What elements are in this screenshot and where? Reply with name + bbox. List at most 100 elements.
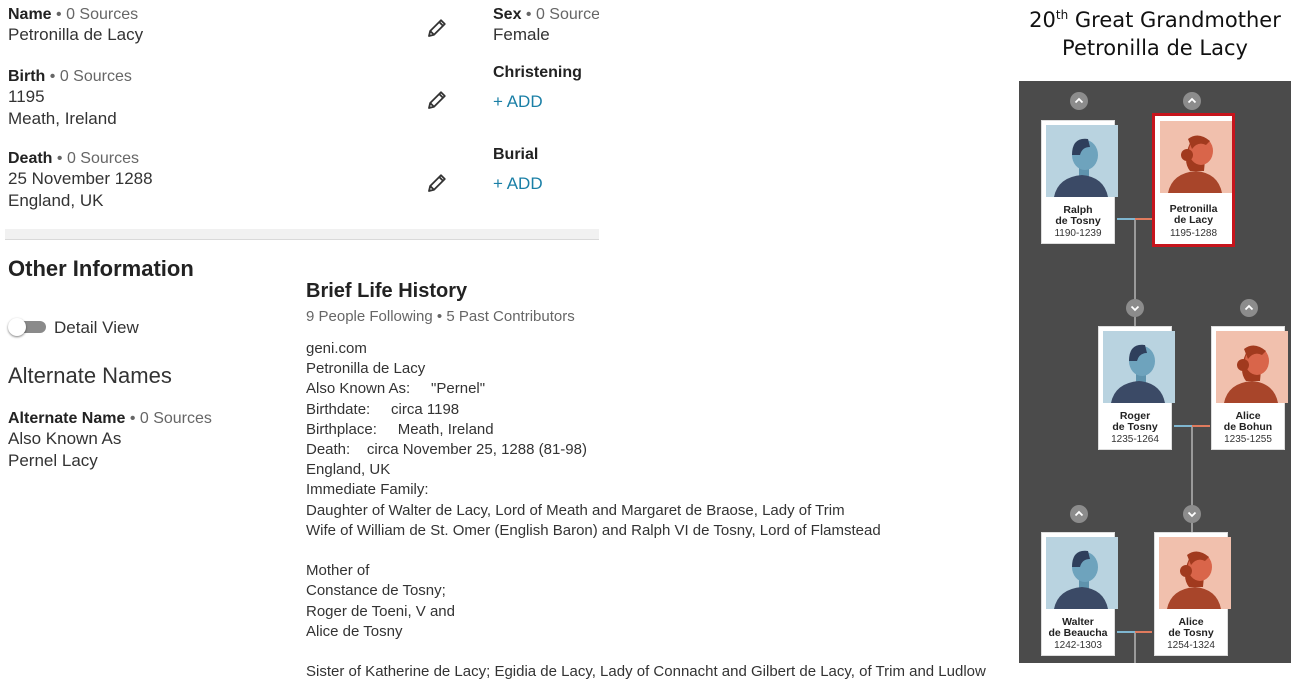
expand-up-chevron-icon[interactable] <box>1240 299 1258 317</box>
male-portrait-icon <box>1103 331 1175 403</box>
name-label: Name <box>8 6 52 23</box>
person-lifespan: 1235-1255 <box>1224 434 1272 445</box>
relationship-ordinal: 20 <box>1029 8 1056 32</box>
sex-value: Female <box>493 25 550 44</box>
person-lifespan: 1242-1303 <box>1054 640 1102 651</box>
life-history-line: Death: circa November 25, 1288 (81-98) <box>306 441 587 459</box>
christening-add-button[interactable]: + ADD <box>493 92 582 112</box>
collapse-down-chevron-icon[interactable] <box>1183 505 1201 523</box>
death-label: Death <box>8 150 53 167</box>
person-card-roger[interactable]: Roger de Tosny 1235-1264 <box>1098 326 1175 450</box>
sex-vital: Sex • 0 Source Female <box>493 6 599 46</box>
relationship-text: Great Grandmother <box>1068 8 1281 32</box>
life-history-line <box>306 642 1006 662</box>
person-card-ralph[interactable]: Ralph de Tosny 1190-1239 <box>1041 120 1118 244</box>
person-card-alice-de-tosny[interactable]: Alice de Tosny 1254-1324 <box>1154 532 1231 656</box>
life-history-line: England, UK <box>306 461 391 479</box>
life-history-line: Roger de Toeni, V and <box>306 602 455 620</box>
life-history-line: Alice de Tosny <box>306 622 403 640</box>
male-portrait-icon <box>1046 125 1118 197</box>
person-name: Roger de Tosny <box>1112 410 1158 433</box>
connector-line <box>1174 425 1192 427</box>
detail-view-toggle[interactable] <box>8 318 46 336</box>
relationship-person-name: Petronilla de Lacy <box>1062 36 1248 60</box>
life-history-line: Immediate Family: <box>306 481 429 499</box>
person-name: Alice de Bohun <box>1223 410 1273 433</box>
life-history-line: Wife of William de St. Omer (English Bar… <box>306 521 881 539</box>
name-sources[interactable]: • 0 Sources <box>52 6 138 23</box>
expand-up-chevron-icon[interactable] <box>1070 92 1088 110</box>
pedigree-tree[interactable]: Ralph de Tosny 1190-1239 Petronilla de Lac… <box>1019 81 1291 663</box>
christening-label: Christening <box>493 64 582 81</box>
burial-label: Burial <box>493 146 539 163</box>
death-sources[interactable]: • 0 Sources <box>52 150 139 167</box>
collapse-down-chevron-icon[interactable] <box>1126 299 1144 317</box>
section-divider <box>5 229 599 240</box>
person-lifespan: 1195-1288 <box>1169 228 1218 239</box>
person-name: Petronilla de Lacy <box>1169 203 1218 226</box>
life-history-text: geni.com Petronilla de Lacy Also Known As:… <box>306 339 1006 682</box>
connector-line <box>1135 631 1152 633</box>
female-portrait-icon <box>1216 331 1288 403</box>
life-history-line: Constance de Tosny; <box>306 582 446 600</box>
burial-vital: Burial + ADD <box>493 146 543 194</box>
person-lifespan: 1254-1324 <box>1167 640 1215 651</box>
person-name: Alice de Tosny <box>1168 616 1214 639</box>
life-history-line: Birthdate: circa 1198 <box>306 400 460 418</box>
christening-vital: Christening + ADD <box>493 64 582 112</box>
death-vital: Death • 0 Sources 25 November 1288 Engla… <box>8 150 153 212</box>
death-place: England, UK <box>8 191 104 210</box>
life-history-line: Daughter of Walter de Lacy, Lord of Meat… <box>306 501 845 519</box>
relationship-title: 20th Great Grandmother <box>1020 8 1290 32</box>
connector-line <box>1134 633 1136 663</box>
relationship-ordinal-suffix: th <box>1055 8 1069 22</box>
detail-view-label: Detail View <box>54 318 139 337</box>
birth-label: Birth <box>8 68 46 85</box>
alternate-name-label: Alternate Name <box>8 410 126 427</box>
male-portrait-icon <box>1046 537 1118 609</box>
life-history-line: geni.com <box>306 340 367 357</box>
birth-sources[interactable]: • 0 Sources <box>45 68 132 85</box>
sex-label: Sex <box>493 6 522 23</box>
person-name: Walter de Beaucha <box>1048 616 1108 639</box>
alternate-name-sources[interactable]: • 0 Sources <box>125 410 212 427</box>
death-date: 25 November 1288 <box>8 169 153 188</box>
life-history-line: Sister of Katherine de Lacy; Egidia de L… <box>306 663 986 681</box>
birth-place: Meath, Ireland <box>8 109 117 128</box>
name-value: Petronilla de Lacy <box>8 25 144 44</box>
connector-line <box>1117 631 1135 633</box>
edit-name-pencil-icon[interactable] <box>425 16 449 40</box>
other-information-title: Other Information <box>8 256 194 281</box>
life-history-line: Petronilla de Lacy <box>306 360 426 378</box>
person-card-alice-de-bohun[interactable]: Alice de Bohun 1235-1255 <box>1211 326 1288 450</box>
life-history-line: Birthplace: Meath, Ireland <box>306 420 494 438</box>
burial-add-button[interactable]: + ADD <box>493 174 543 194</box>
life-history-meta: 9 People Following • 5 Past Contributors <box>306 308 575 325</box>
life-history-line <box>306 541 1006 561</box>
connector-line <box>1192 425 1210 427</box>
connector-line <box>1135 218 1152 220</box>
edit-death-pencil-icon[interactable] <box>425 171 449 195</box>
expand-up-chevron-icon[interactable] <box>1070 505 1088 523</box>
name-vital: Name • 0 Sources Petronilla de Lacy <box>8 6 143 46</box>
connector-line <box>1117 218 1135 220</box>
alternate-name-type: Also Known As <box>8 429 122 448</box>
life-history-line: Also Known As: "Pernel" <box>306 380 486 398</box>
birth-vital: Birth • 0 Sources 1195 Meath, Ireland <box>8 68 132 130</box>
expand-up-chevron-icon[interactable] <box>1183 92 1201 110</box>
life-history-line: Mother of <box>306 562 370 580</box>
life-history-title: Brief Life History <box>306 280 468 302</box>
edit-birth-pencil-icon[interactable] <box>425 88 449 112</box>
birth-date: 1195 <box>8 87 45 106</box>
sex-sources[interactable]: • 0 Source <box>521 6 599 23</box>
person-name: Ralph de Tosny <box>1055 204 1101 227</box>
alternate-names-title: Alternate Names <box>8 363 172 388</box>
person-lifespan: 1190-1239 <box>1054 228 1102 239</box>
female-portrait-icon <box>1159 537 1231 609</box>
alternate-name-entry[interactable]: Alternate Name • 0 Sources Also Known As… <box>8 410 212 472</box>
person-lifespan: 1235-1264 <box>1111 434 1159 445</box>
person-card-walter[interactable]: Walter de Beaucha 1242-1303 <box>1041 532 1118 656</box>
female-portrait-icon <box>1160 121 1232 193</box>
alternate-name-value: Pernel Lacy <box>8 451 98 470</box>
person-card-petronilla[interactable]: Petronilla de Lacy 1195-1288 <box>1152 113 1235 247</box>
